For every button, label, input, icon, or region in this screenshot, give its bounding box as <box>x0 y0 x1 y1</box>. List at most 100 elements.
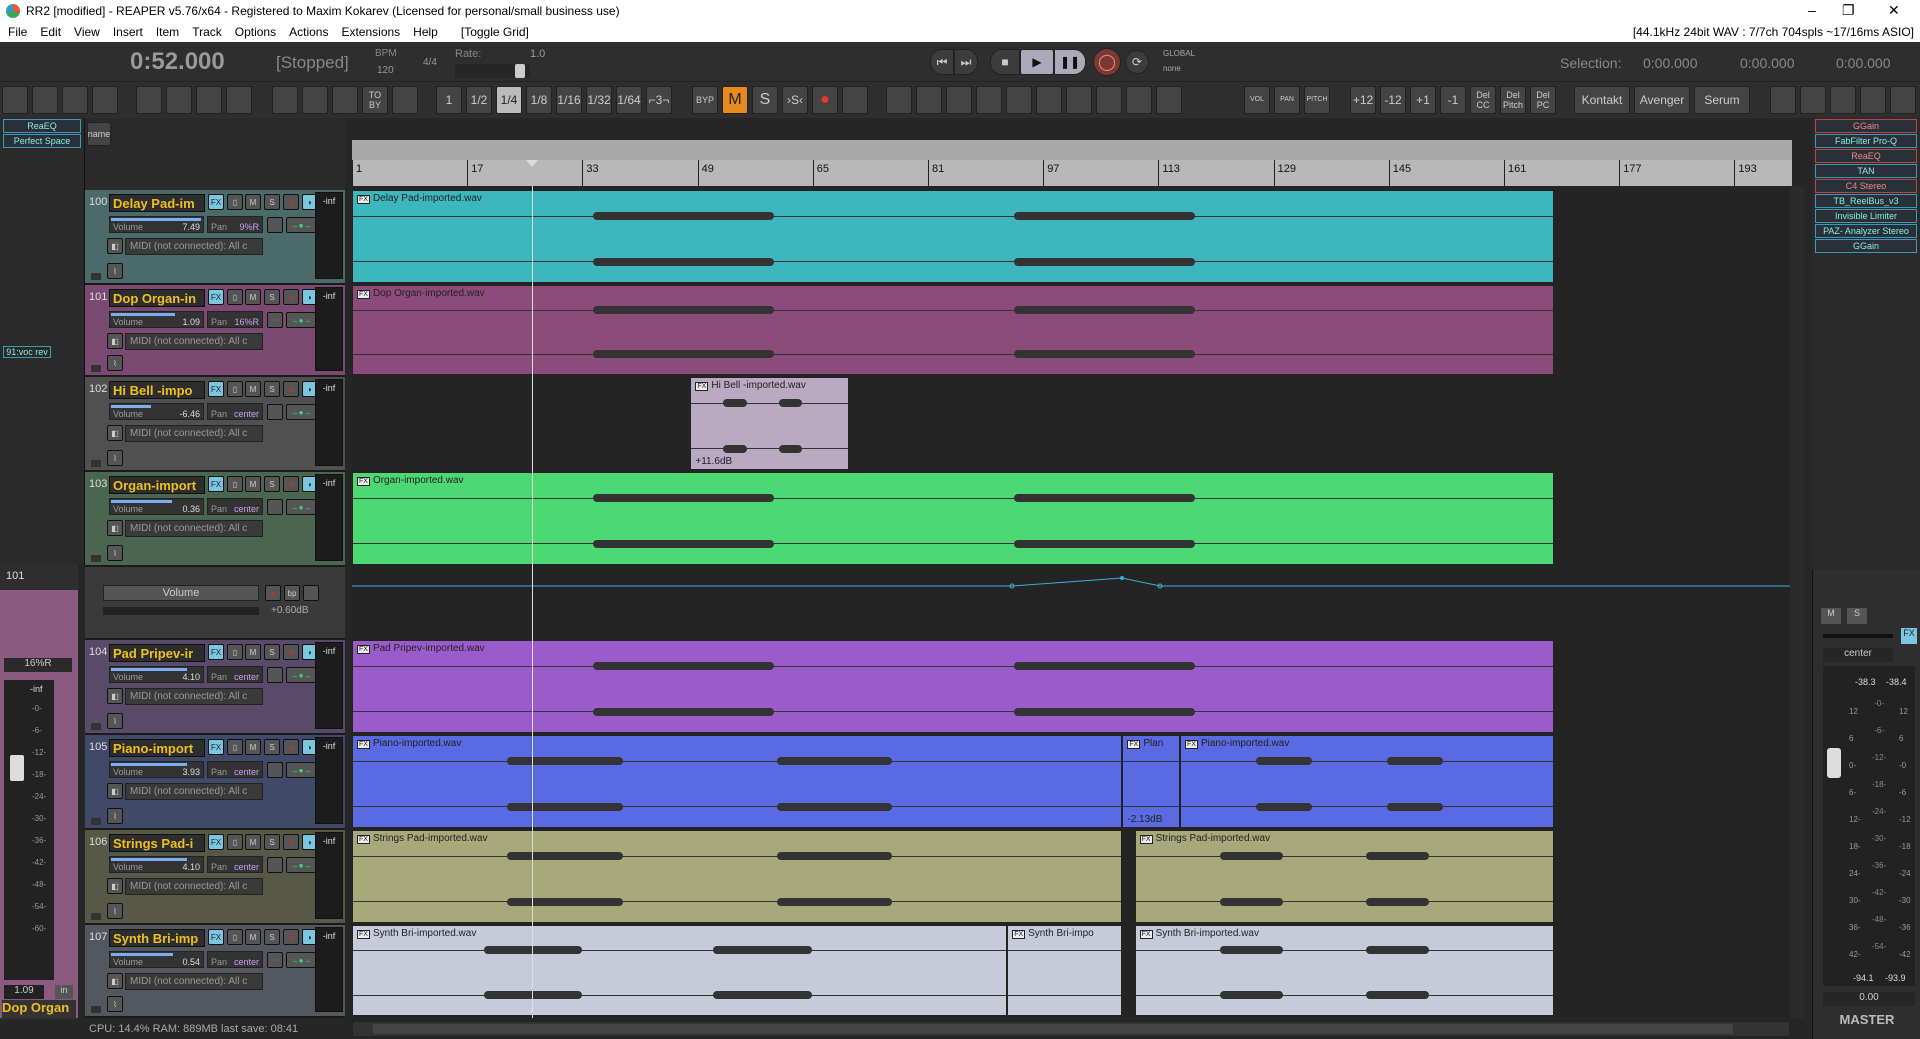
record-arm-button[interactable]: ● <box>283 644 299 660</box>
record-arm-icon[interactable]: ● <box>812 86 838 114</box>
fx-button[interactable]: FX <box>208 739 224 755</box>
envelope-arm-button[interactable]: ● <box>265 585 281 601</box>
phase-button[interactable]: ▯ <box>227 739 243 755</box>
media-item[interactable]: FX Plan -2.13dB <box>1122 735 1180 828</box>
transpose-button[interactable]: -1 <box>1440 86 1466 114</box>
solo-exclusive-button[interactable]: ›S‹ <box>782 86 808 114</box>
grid-3-button[interactable]: 1/8 <box>526 86 552 114</box>
selection-start[interactable]: 0:00.000 <box>1643 55 1698 71</box>
vertical-scrollbar[interactable] <box>1790 186 1804 1018</box>
help-icon[interactable] <box>166 86 192 114</box>
media-item[interactable]: FX Synth Bri-imported.wav <box>1134 925 1555 1016</box>
menu-view[interactable]: View <box>74 25 100 39</box>
mute-button[interactable]: M <box>245 644 261 660</box>
track-render-icon[interactable] <box>976 86 1002 114</box>
mixer-volume-value[interactable]: 1.09 <box>4 985 44 999</box>
mute-button[interactable]: M <box>245 289 261 305</box>
pencil-icon[interactable] <box>1096 86 1122 114</box>
arrange-view[interactable]: FX Delay Pad-imported.wav FX Dop Organ-impo… <box>352 186 1790 1018</box>
media-item[interactable]: FX Synth Bri-imported.wav <box>352 925 1008 1016</box>
envelope-icon[interactable]: ⌇ <box>107 545 123 561</box>
midi-input-select[interactable]: MIDI (not connected): All c <box>125 783 263 800</box>
zoom-icon[interactable] <box>136 86 162 114</box>
midi-input-icon[interactable]: ◧ <box>107 688 123 704</box>
delete-button[interactable]: Del PC <box>1530 86 1556 114</box>
env-bypass-icon[interactable] <box>267 762 283 778</box>
menu-item[interactable]: Item <box>156 25 179 39</box>
routing-icon[interactable]: →●→ <box>286 857 316 873</box>
midi-input-icon[interactable]: ◧ <box>107 878 123 894</box>
master-fx-slot[interactable]: ReaEQ <box>1815 149 1917 163</box>
loop-icon[interactable] <box>886 86 912 114</box>
item-fx-icon[interactable]: FX <box>695 382 709 391</box>
save-button[interactable] <box>2 86 28 114</box>
record-arm-button[interactable]: ● <box>283 834 299 850</box>
env-bypass-icon[interactable] <box>267 857 283 873</box>
mixer-volume-fader[interactable] <box>10 755 24 781</box>
env-bypass-icon[interactable] <box>267 404 283 420</box>
record-arm-button[interactable]: ● <box>283 929 299 945</box>
mixer-icon[interactable] <box>1890 86 1916 114</box>
folder-icon[interactable] <box>91 273 101 280</box>
master-fx-slot[interactable]: GGain <box>1815 119 1917 133</box>
fx-button[interactable]: FX <box>208 644 224 660</box>
mute-button[interactable]: M <box>245 194 261 210</box>
fx-button[interactable]: FX <box>208 476 224 492</box>
pan-slider[interactable]: Pan center <box>207 761 263 778</box>
color-tracks-icon[interactable] <box>226 86 252 114</box>
item-fx-icon[interactable]: FX <box>357 645 370 654</box>
pan-envelope-button[interactable]: PAN <box>1274 86 1300 114</box>
monitor-icon[interactable] <box>842 86 868 114</box>
volume-slider[interactable]: Volume 0.36 <box>109 498 204 515</box>
envelope-icon[interactable]: ⌇ <box>107 808 123 824</box>
menu-edit[interactable]: Edit <box>40 25 61 39</box>
master-fx-button[interactable]: FX <box>1901 628 1917 644</box>
envelope-value-slider[interactable] <box>103 607 259 615</box>
env-bypass-icon[interactable] <box>267 952 283 968</box>
pan-slider[interactable]: Pan center <box>207 951 263 968</box>
grid-2-button[interactable]: 1/4 <box>496 86 522 114</box>
track-name[interactable]: Synth Bri-imp <box>109 929 205 947</box>
track-name[interactable]: Hi Bell -impo <box>109 381 205 399</box>
envelope-icon[interactable]: ⌇ <box>107 996 123 1012</box>
selection-length[interactable]: 0:00.000 <box>1836 55 1891 71</box>
routing-icon[interactable]: →●→ <box>286 762 316 778</box>
item-fx-icon[interactable]: FX <box>1139 835 1153 844</box>
midi-input-icon[interactable]: ◧ <box>107 333 123 349</box>
fx-button[interactable]: FX <box>208 834 224 850</box>
item-fx-icon[interactable]: FX <box>357 290 370 299</box>
horizontal-scrollbar[interactable] <box>352 1021 1790 1037</box>
pause-button[interactable]: ❚❚ <box>1054 49 1086 75</box>
midi-input-select[interactable]: MIDI (not connected): All c <box>125 333 263 350</box>
track-panel-104[interactable]: 104 Pad Pripev-ir FX ▯ M S ● ◗ Volume 4.10 Pan cent… <box>85 640 345 735</box>
master-solo-button[interactable]: S <box>1847 608 1867 624</box>
solo-button[interactable]: S <box>264 476 280 492</box>
record-arm-button[interactable]: ● <box>283 739 299 755</box>
pan-slider[interactable]: Pan 9%R <box>207 216 263 233</box>
grid-0-button[interactable]: 1 <box>436 86 462 114</box>
volume-slider[interactable]: Volume 1.09 <box>109 311 204 328</box>
snap-icon[interactable] <box>332 86 358 114</box>
plugin-kontakt-button[interactable]: Kontakt <box>1574 86 1630 114</box>
master-fx-slot[interactable]: Invisible Limiter <box>1815 209 1917 223</box>
menu-file[interactable]: File <box>8 25 27 39</box>
mute-button[interactable]: M <box>245 834 261 850</box>
midi-icon[interactable] <box>1830 86 1856 114</box>
pan-slider[interactable]: Pan center <box>207 403 263 420</box>
volume-envelope-line[interactable] <box>352 567 1790 640</box>
pan-slider[interactable]: Pan center <box>207 856 263 873</box>
item-insert-icon[interactable] <box>1006 86 1032 114</box>
piano-icon[interactable] <box>1770 86 1796 114</box>
go-to-start-button[interactable]: ⏮ <box>930 49 954 75</box>
item-fx-icon[interactable]: FX <box>357 740 370 749</box>
media-item[interactable]: FX Synth Bri-impo <box>1007 925 1123 1016</box>
master-fx-slot[interactable]: FabFilter Pro-Q <box>1815 134 1917 148</box>
selection-end[interactable]: 0:00.000 <box>1740 55 1795 71</box>
track-panel-102[interactable]: 102 Hi Bell -impo FX ▯ M S ● ◗ Volume -6.46 Pan cen… <box>85 377 345 472</box>
metronome-icon[interactable] <box>392 86 418 114</box>
master-fx-slot[interactable]: PAZ- Analyzer Stereo <box>1815 224 1917 238</box>
fx-slot[interactable]: Perfect Space <box>3 134 81 148</box>
mixer-pan-value[interactable]: 16%R <box>4 658 72 672</box>
vol-envelope-button[interactable]: VOL <box>1244 86 1270 114</box>
track-name[interactable]: Strings Pad-i <box>109 834 205 852</box>
